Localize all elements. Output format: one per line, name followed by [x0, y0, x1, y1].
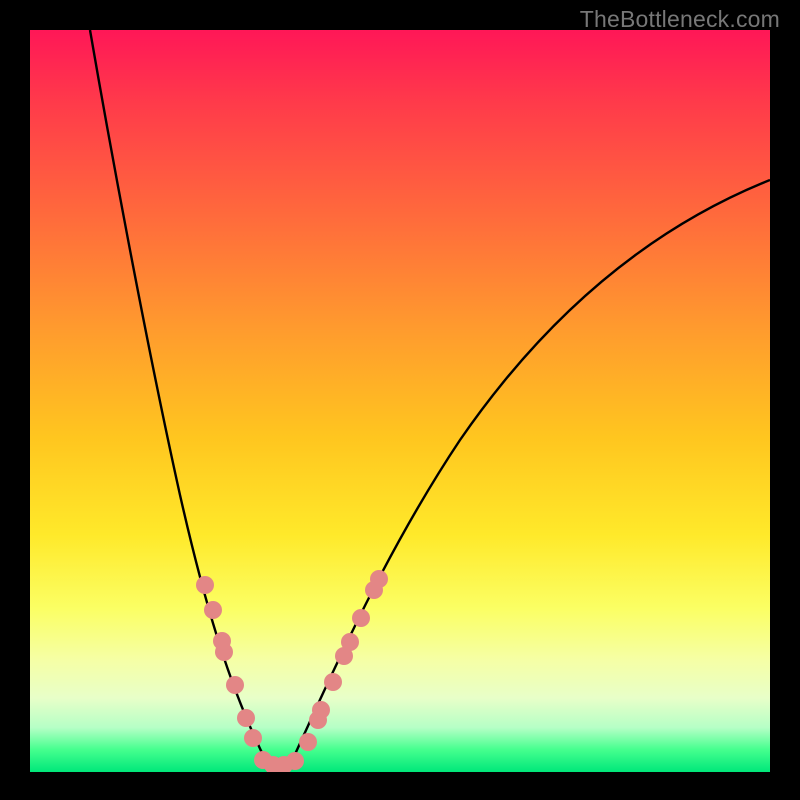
- marker-dot: [215, 643, 233, 661]
- marker-group-bottom: [254, 751, 304, 772]
- marker-dot: [237, 709, 255, 727]
- marker-dot: [370, 570, 388, 588]
- marker-dot: [244, 729, 262, 747]
- curve-layer: [30, 30, 770, 772]
- chart-frame: TheBottleneck.com: [0, 0, 800, 800]
- curve-right-branch: [290, 180, 770, 765]
- marker-dot: [286, 752, 304, 770]
- marker-dot: [299, 733, 317, 751]
- marker-dot: [341, 633, 359, 651]
- marker-group-right: [299, 570, 388, 751]
- watermark-label: TheBottleneck.com: [580, 6, 780, 33]
- marker-dot: [352, 609, 370, 627]
- marker-dot: [312, 701, 330, 719]
- marker-dot: [324, 673, 342, 691]
- marker-dot: [226, 676, 244, 694]
- marker-dot: [196, 576, 214, 594]
- curve-left-branch: [90, 30, 268, 765]
- plot-area: [30, 30, 770, 772]
- marker-dot: [204, 601, 222, 619]
